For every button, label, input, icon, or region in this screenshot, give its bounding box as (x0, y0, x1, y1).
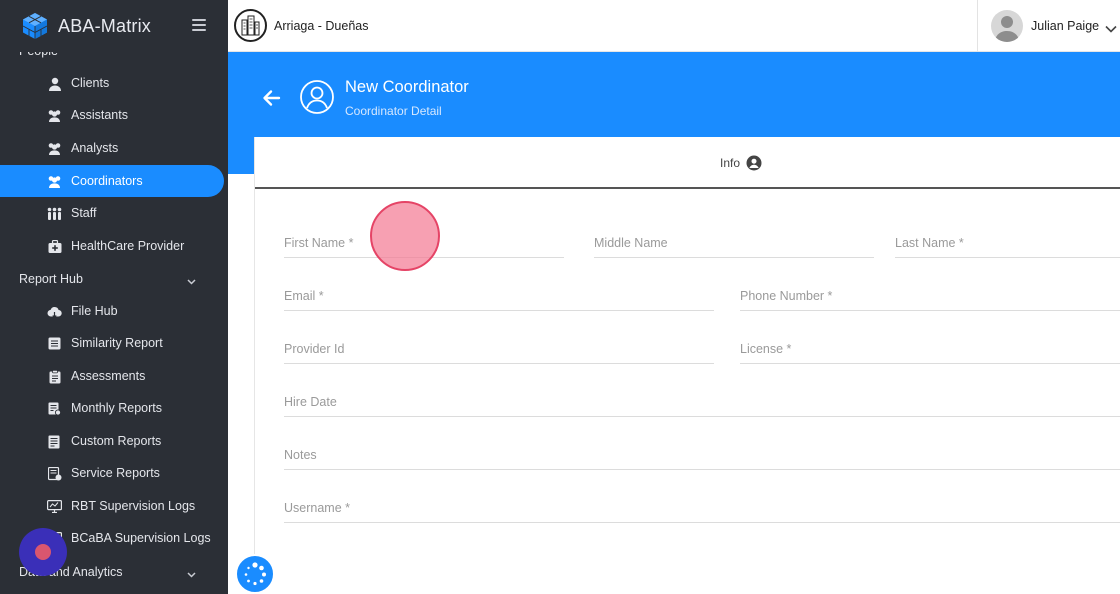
sidebar-item-similarity-report[interactable]: Similarity Report (0, 327, 224, 359)
user-name[interactable]: Julian Paige (1031, 19, 1099, 33)
chevron-down-icon[interactable] (1105, 20, 1117, 33)
field-placeholder: Notes (284, 448, 317, 462)
field-placeholder: Middle Name (594, 236, 668, 250)
field-placeholder: Email * (284, 289, 324, 303)
sidebar-item-label: BCaBA Supervision Logs (71, 531, 211, 545)
sidebar-section-report-hub[interactable]: Report Hub (19, 272, 196, 286)
sidebar-item-label: Coordinators (71, 174, 143, 188)
cube-logo-icon (20, 11, 50, 41)
notes-field[interactable]: Notes (284, 448, 1120, 470)
phone-number-field[interactable]: Phone Number * (740, 289, 1120, 311)
username-field[interactable]: Username * (284, 501, 1120, 523)
topbar: Arriaga - Dueñas Julian Paige (228, 0, 1120, 52)
menu-toggle-icon[interactable] (192, 19, 206, 31)
users-icon (47, 108, 62, 123)
clipboard-icon (47, 369, 62, 384)
sidebar-item-clients[interactable]: Clients (0, 67, 224, 99)
email-field[interactable]: Email * (284, 289, 714, 311)
back-arrow-icon[interactable] (261, 89, 281, 107)
page-subtitle: Coordinator Detail (345, 104, 442, 118)
sidebar-item-healthcare-provider[interactable]: HealthCare Provider (0, 230, 224, 262)
chevron-down-icon (187, 274, 196, 285)
app-name: ABA-Matrix (58, 15, 152, 36)
sidebar-item-label: RBT Supervision Logs (71, 499, 196, 513)
sidebar-item-staff[interactable]: Staff (0, 197, 224, 229)
sidebar-item-coordinators[interactable]: Coordinators (0, 165, 224, 197)
provider-id-field[interactable]: Provider Id (284, 342, 714, 364)
divider (977, 0, 978, 52)
field-placeholder: First Name * (284, 236, 354, 250)
sidebar-item-label: Staff (71, 206, 97, 220)
sidebar-item-analysts[interactable]: Analysts (0, 132, 224, 164)
sidebar-item-monthly-reports[interactable]: Monthly Reports (0, 392, 224, 424)
hire-date-field[interactable]: Hire Date (284, 395, 1120, 417)
user-circle-icon (299, 79, 335, 115)
cloud-icon (47, 304, 62, 319)
field-placeholder: Provider Id (284, 342, 345, 356)
sidebar-item-service-reports[interactable]: Service Reports (0, 457, 224, 489)
page-title: New Coordinator (345, 78, 469, 96)
middle-name-field[interactable]: Middle Name (594, 236, 874, 258)
sidebar-item-label: Service Reports (71, 466, 160, 480)
sidebar-item-label: HealthCare Provider (71, 239, 185, 253)
sidebar-item-label: Analysts (71, 141, 119, 155)
user-icon (47, 76, 62, 91)
organization-name[interactable]: Arriaga - Dueñas (274, 19, 369, 33)
click-indicator (370, 201, 440, 271)
field-placeholder: License * (740, 342, 792, 356)
chevron-down-icon (187, 567, 196, 578)
medkit-icon (47, 239, 62, 254)
last-name-field[interactable]: Last Name * (895, 236, 1120, 258)
assistant-launcher-button[interactable] (19, 528, 67, 576)
monitor-icon (47, 499, 62, 514)
sidebar-item-assessments[interactable]: Assessments (0, 360, 224, 392)
loading-spinner-icon[interactable] (235, 554, 275, 594)
sidebar-section-label: Report Hub (19, 272, 83, 286)
organization-logo[interactable] (234, 9, 267, 42)
field-placeholder: Phone Number * (740, 289, 833, 303)
users-icon (47, 141, 62, 156)
sidebar-item-label: Clients (71, 76, 110, 90)
sidebar-item-label: Monthly Reports (71, 401, 163, 415)
sidebar: People Clients Assistants Analysts Coord… (0, 0, 228, 594)
license-field[interactable]: License * (740, 342, 1120, 364)
sidebar-item-assistants[interactable]: Assistants (0, 99, 224, 131)
users-icon (47, 174, 62, 189)
sidebar-item-custom-reports[interactable]: Custom Reports (0, 425, 224, 457)
avatar[interactable] (991, 10, 1023, 42)
report-icon (47, 434, 62, 449)
sidebar-item-label: Similarity Report (71, 336, 163, 350)
field-placeholder: Hire Date (284, 395, 337, 409)
form-card: Info First Name * Middle Name Last Name … (254, 137, 1120, 594)
sidebar-item-label: Assessments (71, 369, 146, 383)
list-icon (47, 336, 62, 351)
field-placeholder: Last Name * (895, 236, 964, 250)
people-group-icon (47, 206, 62, 221)
sidebar-item-label: Assistants (71, 108, 128, 122)
field-placeholder: Username * (284, 501, 350, 515)
report-icon (47, 466, 62, 481)
tab-bar: Info (255, 137, 1120, 189)
sidebar-item-file-hub[interactable]: File Hub (0, 295, 224, 327)
sidebar-item-label: Custom Reports (71, 434, 162, 448)
report-icon (47, 401, 62, 416)
tab-label: Info (720, 156, 741, 170)
user-circle-icon (746, 155, 762, 171)
brand-header: ABA-Matrix (0, 0, 228, 52)
sidebar-item-label: File Hub (71, 304, 118, 318)
tab-info[interactable]: Info (720, 155, 762, 171)
sidebar-item-rbt-supervision-logs[interactable]: RBT Supervision Logs (0, 490, 224, 522)
